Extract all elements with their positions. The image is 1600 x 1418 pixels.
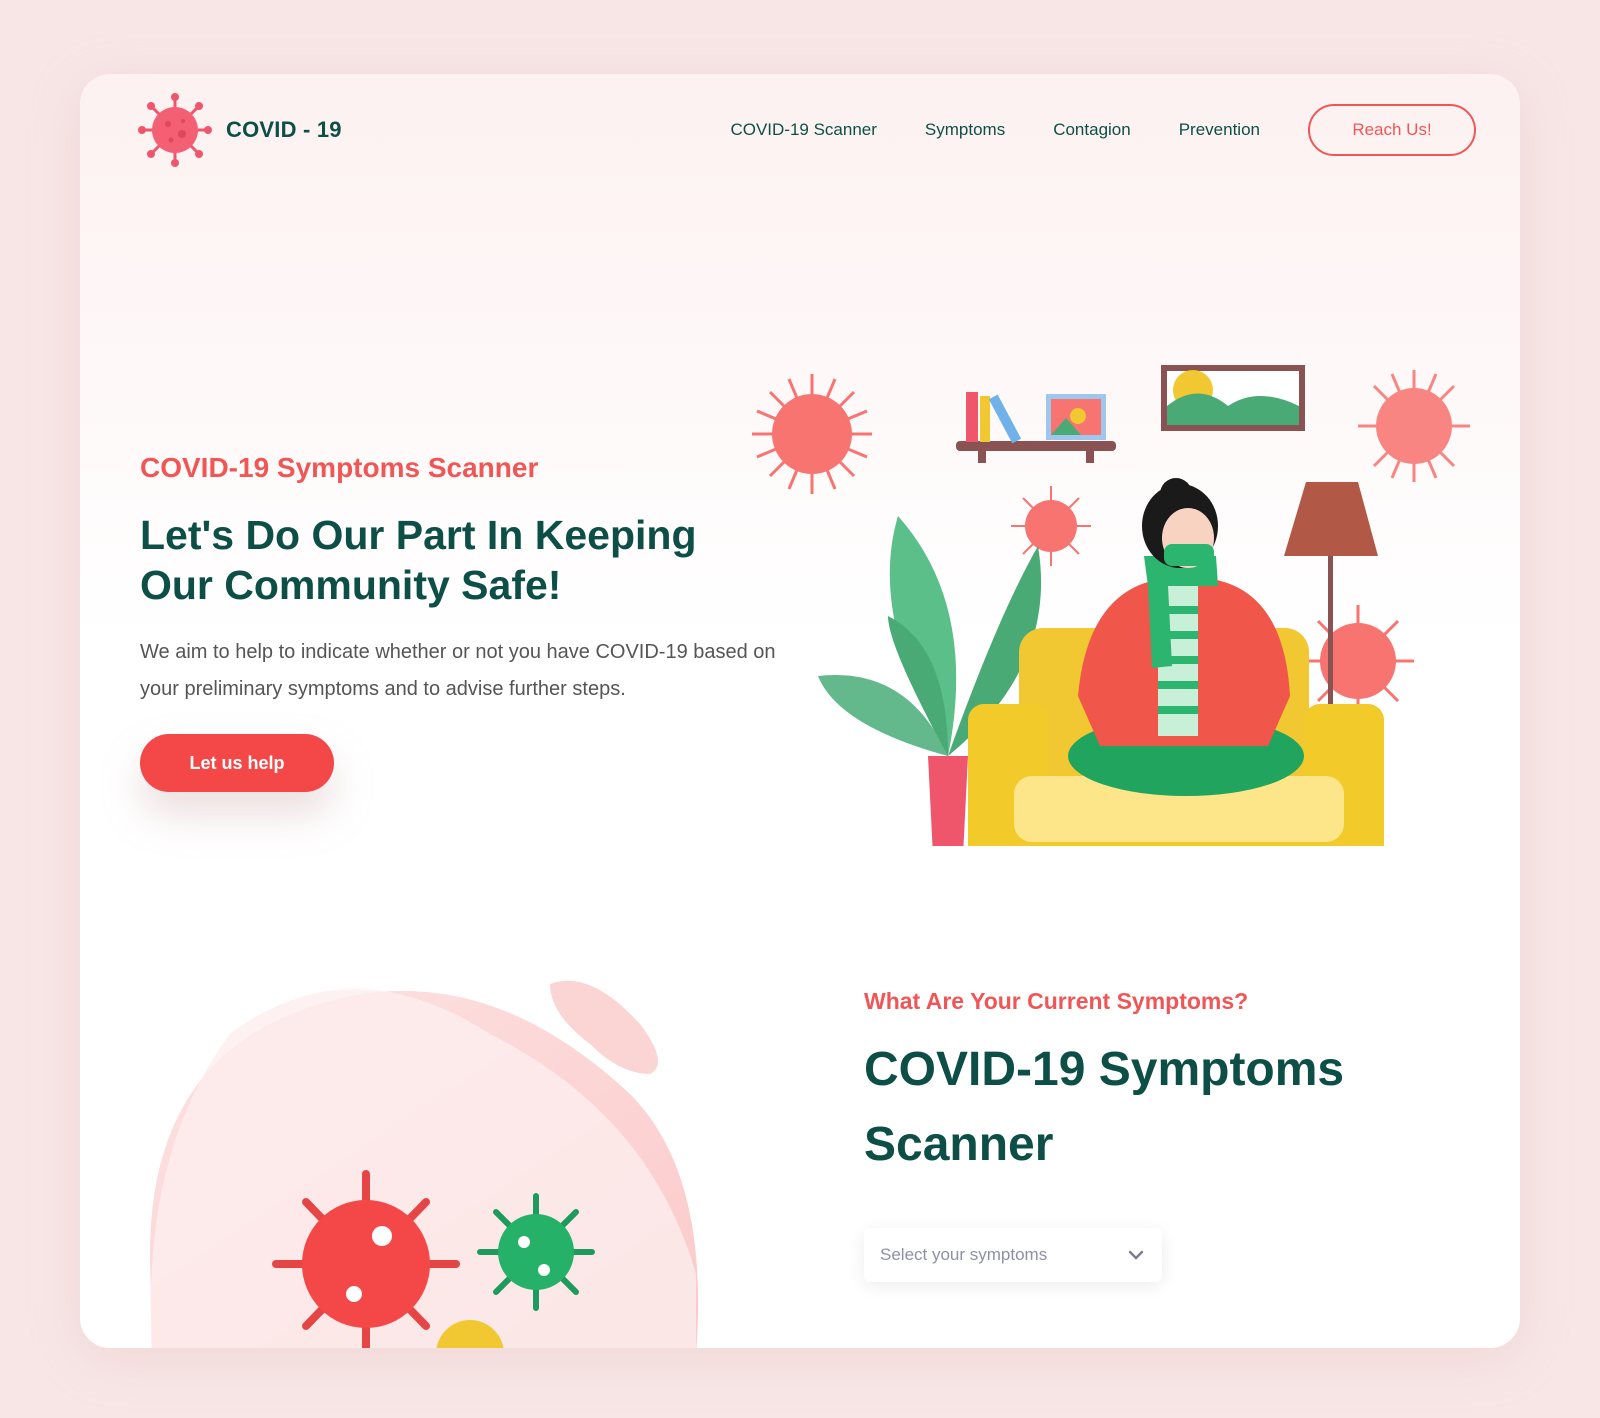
symptoms-select[interactable]: Select your symptoms	[864, 1228, 1162, 1282]
virus-icon	[477, 1193, 595, 1311]
virus-logo-icon	[138, 93, 212, 167]
hero-kicker: COVID-19 Symptoms Scanner	[140, 452, 539, 483]
reach-us-button[interactable]: Reach Us!	[1308, 104, 1476, 156]
scanner-kicker: What Are Your Current Symptoms?	[864, 988, 1249, 1014]
scanner-title: COVID-19 Symptoms Scanner	[864, 1043, 1345, 1171]
brand-name: COVID - 19	[226, 117, 342, 142]
main-nav: COVID-19 Scanner Symptoms Contagion Prev…	[730, 104, 1476, 156]
nav-item-contagion[interactable]: Contagion	[1053, 120, 1131, 140]
virus-icon	[1358, 370, 1470, 482]
nav-item-covid-scanner[interactable]: COVID-19 Scanner	[730, 120, 876, 140]
nav-item-symptoms[interactable]: Symptoms	[925, 120, 1005, 140]
virus-icon	[752, 374, 872, 494]
chevron-down-icon	[1128, 1250, 1144, 1260]
hero-description: We aim to help to indicate whether or no…	[140, 641, 776, 700]
let-us-help-button[interactable]: Let us help	[140, 734, 334, 792]
virus-icon	[1302, 605, 1414, 717]
hero-title: Let's Do Our Part In Keeping Our Communi…	[140, 512, 697, 608]
hero-illustration	[752, 365, 1470, 846]
logo[interactable]: COVID - 19	[138, 92, 342, 168]
select-placeholder: Select your symptoms	[880, 1245, 1048, 1264]
nav-item-prevention[interactable]: Prevention	[1179, 120, 1260, 140]
virus-blob-illustration	[150, 980, 699, 1348]
virus-icon	[1011, 486, 1091, 566]
page-card: COVID - 19 COVID-19 Scanner Symptoms Con…	[80, 74, 1520, 1348]
